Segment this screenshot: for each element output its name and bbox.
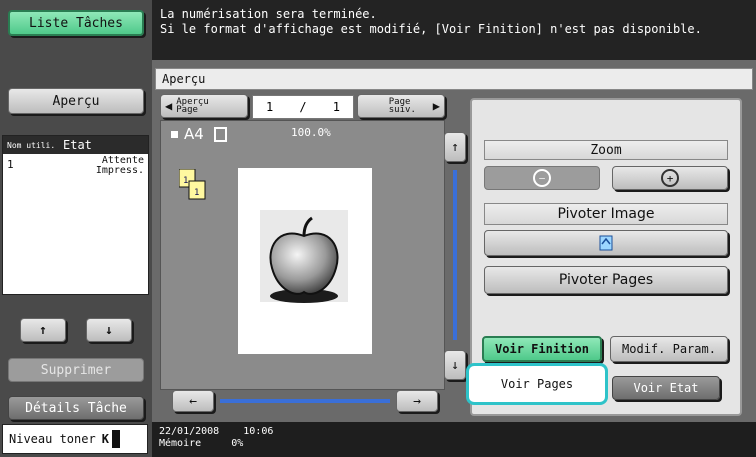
pivoter-pages-button[interactable]: Pivoter Pages	[484, 266, 728, 294]
voir-finition-button[interactable]: Voir Finition	[482, 336, 602, 362]
svg-text:1: 1	[194, 188, 199, 198]
scroll-down-button[interactable]: ↓	[86, 318, 132, 342]
scroll-up-preview-button[interactable]: ↑	[444, 132, 466, 162]
page-separator: /	[299, 100, 307, 114]
paper-info: A4	[171, 125, 227, 143]
toner-label: Niveau toner	[9, 432, 96, 446]
apercu-button[interactable]: Aperçu	[8, 88, 144, 114]
toner-level: Niveau toner K	[2, 424, 148, 454]
screen: Liste Tâches Aperçu Nom utili. Etat 1 At…	[0, 0, 756, 457]
zoom-out-button[interactable]: −	[484, 166, 600, 190]
scroll-down-preview-button[interactable]: ↓	[444, 350, 466, 380]
next-page-button[interactable]: Page suiv. ▶	[357, 94, 445, 118]
page-title: Aperçu	[155, 68, 753, 90]
voir-pages-button[interactable]: Voir Pages	[472, 368, 602, 400]
message-line-1: La numérisation sera terminée.	[160, 7, 377, 21]
orientation-icon	[213, 126, 227, 142]
tray-icon	[171, 130, 178, 138]
prev-page-label: Aperçu Page	[176, 97, 209, 115]
zoom-percent: 100.0%	[291, 126, 331, 139]
rotate-image-button[interactable]	[484, 230, 728, 256]
zoom-out-icon: −	[533, 169, 551, 187]
col-header-user: Nom utili.	[7, 140, 56, 150]
message-line-2: Si le format d'affichage est modifié, [V…	[160, 22, 702, 36]
toner-k-label: K	[101, 432, 109, 446]
modif-param-button[interactable]: Modif. Param.	[610, 336, 728, 362]
scroll-right-button[interactable]: →	[396, 390, 438, 412]
svg-text:1: 1	[183, 176, 188, 186]
row-state: Attente Impress.	[95, 155, 144, 176]
zoom-in-icon: +	[661, 169, 679, 187]
left-column: Liste Tâches Aperçu Nom utili. Etat 1 At…	[0, 0, 152, 457]
copies-icon: 1 1	[179, 169, 206, 200]
vertical-scrollbar[interactable]	[453, 170, 457, 340]
scroll-up-button[interactable]: ↑	[20, 318, 66, 342]
apple-image-icon	[260, 210, 348, 303]
page-nav: ◀ Aperçu Page 1 / 1 Page suiv. ▶	[160, 94, 445, 119]
message-bar: La numérisation sera terminée. Si le for…	[152, 0, 756, 60]
arrow-right-icon: ▶	[432, 99, 440, 113]
row-user: 1	[7, 158, 14, 171]
page-total: 1	[332, 100, 340, 114]
zoom-label: Zoom	[484, 140, 728, 160]
page-current: 1	[266, 100, 274, 114]
toner-bar	[111, 430, 120, 448]
liste-taches-button[interactable]: Liste Tâches	[8, 10, 144, 36]
preview-page	[238, 168, 372, 354]
datetime: 22/01/2008 10:06	[159, 426, 274, 437]
paper-size: A4	[184, 125, 204, 143]
arrow-left-icon: ◀	[165, 99, 173, 113]
zoom-in-button[interactable]: +	[612, 166, 728, 190]
rotate-image-icon	[599, 235, 613, 251]
scroll-left-button[interactable]: ←	[172, 390, 214, 412]
col-header-state: Etat	[63, 138, 92, 152]
status-bar: 22/01/2008 10:06 Mémoire 0%	[152, 422, 756, 457]
prev-page-button[interactable]: ◀ Aperçu Page	[160, 94, 248, 118]
job-table: Nom utili. Etat 1 Attente Impress.	[2, 135, 149, 295]
table-row[interactable]: 1 Attente Impress.	[3, 154, 148, 184]
memoire-label: Mémoire	[159, 438, 202, 449]
horizontal-scrollbar[interactable]	[220, 399, 390, 403]
next-page-label: Page suiv.	[388, 97, 416, 115]
pivoter-image-label: Pivoter Image	[484, 203, 728, 225]
memoire-value: 0%	[231, 438, 244, 449]
details-tache-button[interactable]: Détails Tâche	[8, 396, 144, 420]
supprimer-button[interactable]: Supprimer	[8, 358, 144, 382]
table-header: Nom utili. Etat	[3, 136, 148, 154]
voir-etat-button[interactable]: Voir Etat	[612, 376, 720, 400]
page-counter: 1 / 1	[252, 95, 354, 119]
memory-status: Mémoire 0%	[159, 438, 749, 450]
